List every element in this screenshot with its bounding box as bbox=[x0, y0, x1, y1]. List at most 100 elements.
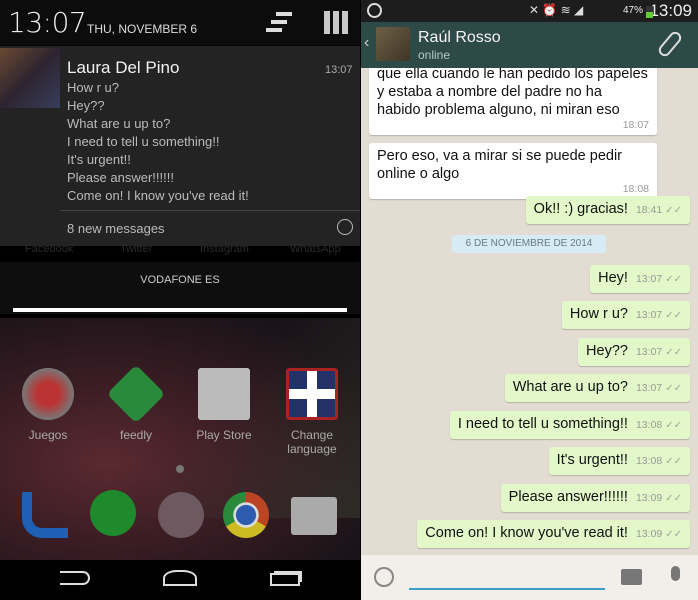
message-time: 13:07 bbox=[635, 382, 663, 394]
message-text: Hey?? bbox=[586, 343, 628, 359]
app-drawer-icon[interactable] bbox=[158, 492, 204, 538]
message-time: 13:09 bbox=[635, 528, 663, 540]
date-separator: 6 DE NOVIEMBRE DE 2014 bbox=[452, 235, 606, 253]
clock: 13:07 bbox=[8, 6, 87, 39]
phone-icon[interactable] bbox=[22, 492, 68, 538]
message-text: Pero eso, va a mirar si se puede pedir o… bbox=[377, 148, 623, 182]
outgoing-message[interactable]: Hey?? 13:07 ✓✓ bbox=[578, 338, 690, 366]
notification-line: I need to tell u something!! bbox=[67, 134, 220, 149]
battery-icon bbox=[646, 6, 653, 18]
uk-flag-icon bbox=[286, 368, 338, 420]
message-time: 13:07 bbox=[635, 346, 663, 358]
juegos-folder-icon bbox=[22, 368, 74, 420]
notification-line: Please answer!!!!!! bbox=[67, 170, 174, 185]
read-receipt-icon: ✓✓ bbox=[665, 274, 682, 285]
app-label: feedly bbox=[119, 428, 153, 442]
notification-time: 13:07 bbox=[325, 64, 353, 76]
recents-icon[interactable] bbox=[270, 573, 300, 586]
quick-settings-icon[interactable] bbox=[324, 11, 348, 34]
page-indicator bbox=[176, 465, 184, 473]
message-time: 13:08 bbox=[635, 419, 663, 431]
contact-name[interactable]: Raúl Rosso bbox=[418, 29, 501, 47]
faint-label: Twitter bbox=[120, 243, 153, 255]
message-time: 13:07 bbox=[635, 309, 663, 321]
message-text: Ok!! :) gracias! bbox=[533, 201, 628, 217]
home-icon[interactable] bbox=[163, 570, 197, 586]
outgoing-message[interactable]: How r u? 13:07 ✓✓ bbox=[561, 301, 690, 329]
whatsapp-icon bbox=[337, 219, 353, 235]
notification-line: Come on! I know you've read it! bbox=[67, 188, 249, 203]
input-underline bbox=[409, 588, 605, 590]
notification-line: How r u? bbox=[67, 80, 120, 95]
new-messages-count: 8 new messages bbox=[67, 221, 165, 236]
feedly-icon bbox=[106, 364, 166, 424]
message-text: que ella cuando le han pedido los papele… bbox=[377, 66, 648, 118]
notification-line: What are u up to? bbox=[67, 116, 171, 131]
app-juegos[interactable]: Juegos bbox=[3, 368, 93, 442]
read-receipt-icon: ✓✓ bbox=[665, 493, 682, 504]
read-receipt-icon: ✓✓ bbox=[665, 529, 682, 540]
hangouts-icon[interactable] bbox=[90, 490, 136, 536]
app-label: Change language bbox=[287, 428, 337, 456]
android-notification-shade: 13:07 THU, NOVEMBER 6 Laura Del Pino 13:… bbox=[0, 0, 360, 600]
camera-icon[interactable] bbox=[621, 569, 642, 585]
message-text: Please answer!!!!!! bbox=[508, 489, 628, 505]
play-store-icon bbox=[198, 368, 250, 420]
back-icon[interactable] bbox=[60, 571, 90, 585]
message-text: What are u up to? bbox=[512, 379, 628, 395]
whatsapp-status-icon bbox=[367, 3, 382, 18]
chrome-icon[interactable] bbox=[223, 492, 269, 538]
shade-drag-handle[interactable] bbox=[13, 308, 347, 312]
message-text: Hey! bbox=[598, 270, 628, 286]
app-label: Juegos bbox=[28, 428, 68, 442]
camera-icon[interactable] bbox=[291, 497, 337, 535]
message-time: 13:08 bbox=[635, 455, 663, 467]
clear-all-icon[interactable] bbox=[266, 12, 292, 34]
carrier-label: VODAFONE ES bbox=[140, 274, 220, 286]
outgoing-message[interactable]: Hey! 13:07 ✓✓ bbox=[590, 265, 690, 293]
outgoing-message[interactable]: I need to tell u something!! 13:08 ✓✓ bbox=[449, 411, 690, 439]
app-label: Play Store bbox=[196, 428, 252, 442]
incoming-message[interactable]: Pero eso, va a mirar si se puede pedir o… bbox=[369, 143, 657, 199]
message-time: 13:07 bbox=[635, 273, 663, 285]
message-input[interactable] bbox=[409, 562, 605, 588]
read-receipt-icon: ✓✓ bbox=[665, 205, 682, 216]
outgoing-message[interactable]: Please answer!!!!!! 13:09 ✓✓ bbox=[500, 484, 690, 512]
message-text: It's urgent!! bbox=[556, 452, 628, 468]
message-text: Come on! I know you've read it! bbox=[425, 525, 628, 541]
contact-avatar bbox=[0, 48, 60, 108]
date: THU, NOVEMBER 6 bbox=[87, 22, 198, 36]
faint-label: Instagram bbox=[200, 243, 249, 255]
outgoing-message[interactable]: Come on! I know you've read it! 13:09 ✓✓ bbox=[417, 520, 690, 548]
app-feedly[interactable]: feedly bbox=[91, 364, 181, 442]
outgoing-message[interactable]: Ok!! :) gracias! 18:41 ✓✓ bbox=[525, 196, 690, 224]
status-icons: ✕ ⏰ ≋ ◢ bbox=[529, 3, 584, 17]
whatsapp-chat: ✕ ⏰ ≋ ◢ 47% 13:09 ‹ Raúl Rosso online qu… bbox=[361, 0, 698, 600]
shade-footer bbox=[0, 262, 360, 314]
message-text: How r u? bbox=[569, 306, 628, 322]
emoji-icon[interactable] bbox=[374, 567, 394, 587]
read-receipt-icon: ✓✓ bbox=[665, 347, 682, 358]
chat-header bbox=[361, 22, 698, 68]
outgoing-message[interactable]: What are u up to? 13:07 ✓✓ bbox=[504, 374, 690, 402]
read-receipt-icon: ✓✓ bbox=[665, 456, 682, 467]
contact-status: online bbox=[418, 48, 451, 62]
outgoing-message[interactable]: It's urgent!! 13:08 ✓✓ bbox=[548, 447, 690, 475]
contact-avatar[interactable] bbox=[376, 27, 410, 61]
message-time: 18:41 bbox=[635, 204, 663, 216]
faint-label: WhatsApp bbox=[290, 243, 341, 255]
microphone-icon[interactable] bbox=[671, 566, 680, 581]
clock: 13:09 bbox=[649, 1, 692, 20]
divider bbox=[60, 210, 360, 211]
back-chevron-icon[interactable]: ‹ bbox=[364, 34, 369, 52]
notification-line: It's urgent!! bbox=[67, 152, 131, 167]
message-text: I need to tell u something!! bbox=[457, 416, 628, 432]
read-receipt-icon: ✓✓ bbox=[665, 420, 682, 431]
notification-sender: Laura Del Pino bbox=[67, 58, 180, 77]
message-time: 18:08 bbox=[622, 183, 649, 195]
faint-label: Facebook bbox=[25, 243, 74, 255]
app-change-language[interactable]: Change language bbox=[267, 368, 357, 456]
notification-line: Hey?? bbox=[67, 98, 105, 113]
battery-level: 47% bbox=[622, 5, 643, 16]
app-play-store[interactable]: Play Store bbox=[179, 368, 269, 442]
